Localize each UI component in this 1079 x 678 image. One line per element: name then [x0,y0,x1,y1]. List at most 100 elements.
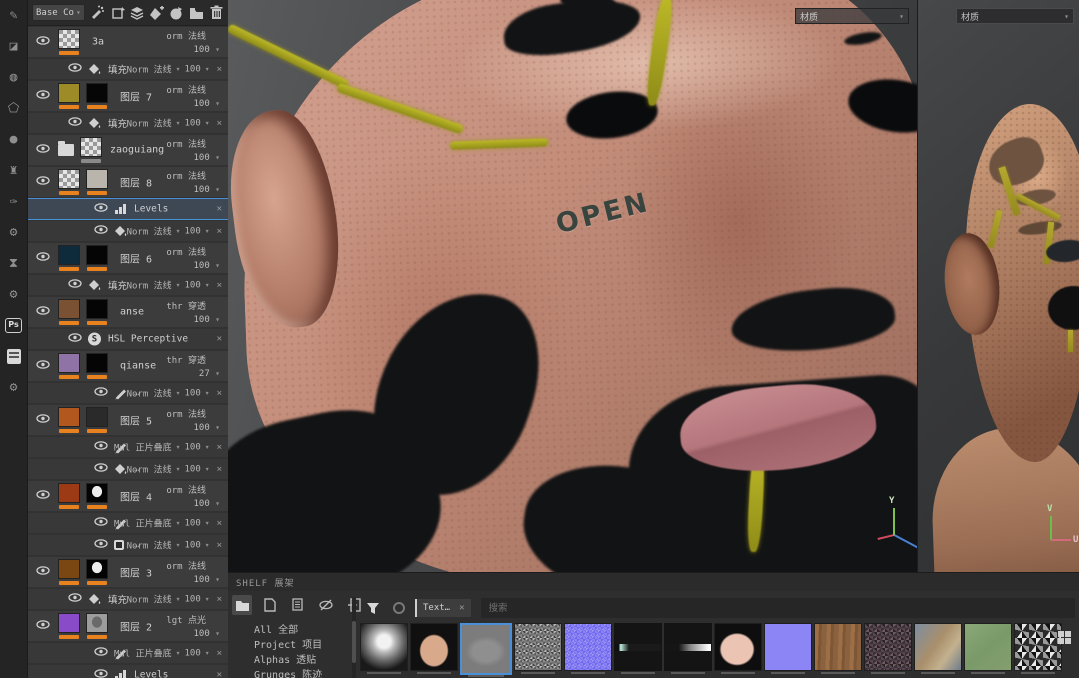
close-icon[interactable]: ✕ [214,464,222,474]
layer-opacity[interactable]: 100 ▾ [193,185,220,195]
visibility-eye-icon[interactable] [68,333,82,346]
blend-mode[interactable]: Norm 法线 [127,63,172,76]
visibility-eye-icon[interactable] [36,306,50,319]
content-row[interactable]: 填充Norm 法线▾100▾✕ [28,113,228,133]
channel-dropdown[interactable]: Base Co ▾ [32,4,85,21]
opacity-value[interactable]: 100 [184,226,200,236]
shelf-thumbnail-curvature[interactable] [460,623,512,675]
visibility-eye-icon[interactable] [68,279,82,292]
blend-mode[interactable]: Mul 正片叠底 [114,647,172,660]
scrollbar[interactable] [352,597,356,678]
opacity-value[interactable]: 100 [184,442,200,452]
polygon-fill-icon[interactable]: ⬠ [5,99,23,117]
blend-mode[interactable]: Norm 法线 [127,279,172,292]
layer-opacity[interactable]: 100 ▾ [193,315,220,325]
layer-thumbnail[interactable] [58,483,80,503]
visibility-eye-icon[interactable] [94,463,108,476]
close-icon[interactable]: ✕ [214,226,222,236]
magic-wand-icon[interactable] [90,4,105,21]
opacity-value[interactable]: 100 [184,464,200,474]
layer-thumbnail[interactable] [58,299,80,319]
opacity-value[interactable]: 100 [184,64,200,74]
layer-row[interactable]: 图层 3orm 法线100 ▾ [28,557,228,587]
layer-opacity[interactable]: 27 ▾ [199,369,220,379]
layer-row[interactable]: 3aorm 法线100 ▾ [28,27,228,57]
visibility-eye-icon[interactable] [36,90,50,103]
trash-icon[interactable] [209,4,224,21]
opacity-value[interactable]: 100 [184,648,200,658]
blend-mode[interactable]: Norm 法线 [127,463,172,476]
gear-small-icon[interactable]: ⚙ [5,285,23,303]
visibility-eye-icon[interactable] [36,144,50,157]
shelf-thumbnail-noise-blue[interactable] [564,623,612,671]
shape-filter-icon[interactable] [393,602,405,614]
mask-thumbnail[interactable] [86,169,108,189]
eraser-icon[interactable]: ◪ [5,37,23,55]
close-icon[interactable]: ✕ [214,280,222,290]
visibility-eye-icon[interactable] [36,566,50,579]
visibility-eye-icon[interactable] [68,63,82,76]
shelf-category-item[interactable]: Grunges 陈迹 [232,668,352,678]
add-folder-icon[interactable] [189,4,204,21]
content-row[interactable]: …Norm 法线▾100▾✕ [28,535,228,555]
eye-off-icon[interactable] [316,595,336,615]
mask-thumbnail[interactable] [86,83,108,103]
viewport-3d[interactable]: OPEN 材质 ▾ Y Z [228,0,917,572]
opacity-value[interactable]: 100 [184,118,200,128]
document-icon[interactable] [5,347,23,365]
layer-row[interactable]: 图层 2lgt 点光100 ▾ [28,611,228,641]
content-row[interactable]: 填充Norm 法线▾100▾✕ [28,275,228,295]
row-controls[interactable]: Norm 法线▾100▾✕ [127,279,222,292]
layer-blend-mode[interactable]: orm 法线 [166,407,206,420]
visibility-eye-icon[interactable] [68,593,82,606]
search-input[interactable] [481,598,1075,618]
layer-blend-mode[interactable]: orm 法线 [166,83,206,96]
close-icon[interactable]: ✕ [456,603,464,613]
mask-thumbnail[interactable] [86,613,108,633]
blend-mode[interactable]: Norm 法线 [127,117,172,130]
hourglass-icon[interactable]: ⧗ [5,254,23,272]
new-file-icon[interactable] [260,595,280,615]
gear-icon[interactable]: ⚙ [5,223,23,241]
content-row[interactable]: Norm 法线▾100▾✕ [28,221,228,241]
filter-tag[interactable]: Text… ✕ [415,599,471,617]
close-icon[interactable]: ✕ [214,388,222,398]
row-controls[interactable]: ✕ [214,334,222,344]
smudge-icon[interactable]: ● [5,130,23,148]
blend-mode[interactable]: Norm 法线 [127,539,172,552]
blend-mode[interactable]: Mul 正片叠底 [114,517,172,530]
layer-opacity[interactable]: 100 ▾ [193,499,220,509]
layer-opacity[interactable]: 100 ▾ [193,153,220,163]
shelf-thumbnail-skin-flat[interactable] [714,623,762,671]
layer-row[interactable]: 图层 8orm 法线100 ▾ [28,167,228,197]
viewport-material-dropdown[interactable]: 材质 ▾ [795,8,909,24]
layer-thumbnail[interactable] [58,559,80,579]
layer-blend-mode[interactable]: orm 法线 [166,559,206,572]
opacity-value[interactable]: 100 [184,594,200,604]
visibility-eye-icon[interactable] [94,539,108,552]
shelf-thumbnail-grad-strip-b[interactable] [664,623,712,671]
layers-stack-icon[interactable] [130,4,144,21]
close-icon[interactable]: ✕ [214,64,222,74]
layer-thumbnail[interactable] [58,29,80,49]
layer-thumbnail[interactable] [58,407,80,427]
visibility-eye-icon[interactable] [94,441,108,454]
effect-row[interactable]: SHSL Perceptive✕ [28,329,228,349]
close-icon[interactable]: ✕ [214,670,222,678]
shelf-thumbnail-skin-face[interactable] [410,623,458,671]
shelf-category-item[interactable]: Project 项目 [232,638,352,653]
row-controls[interactable]: Norm 法线▾100▾✕ [127,463,222,476]
rotate-icon[interactable] [110,4,125,21]
row-controls[interactable]: ✕ [214,670,222,678]
content-row[interactable]: 填充Norm 法线▾100▾✕ [28,589,228,609]
shelf-category-item[interactable]: All 全部 [232,623,352,638]
layer-blend-mode[interactable]: thr 穿透 [166,353,206,366]
layer-blend-mode[interactable]: orm 法线 [166,169,206,182]
mask-thumbnail[interactable] [86,245,108,265]
blend-mode[interactable]: Norm 法线 [127,225,172,238]
layer-row[interactable]: 图层 6orm 法线100 ▾ [28,243,228,273]
layer-blend-mode[interactable]: orm 法线 [166,483,206,496]
row-controls[interactable]: ✕ [214,204,222,214]
visibility-eye-icon[interactable] [94,669,108,678]
folder-icon[interactable] [232,595,252,615]
